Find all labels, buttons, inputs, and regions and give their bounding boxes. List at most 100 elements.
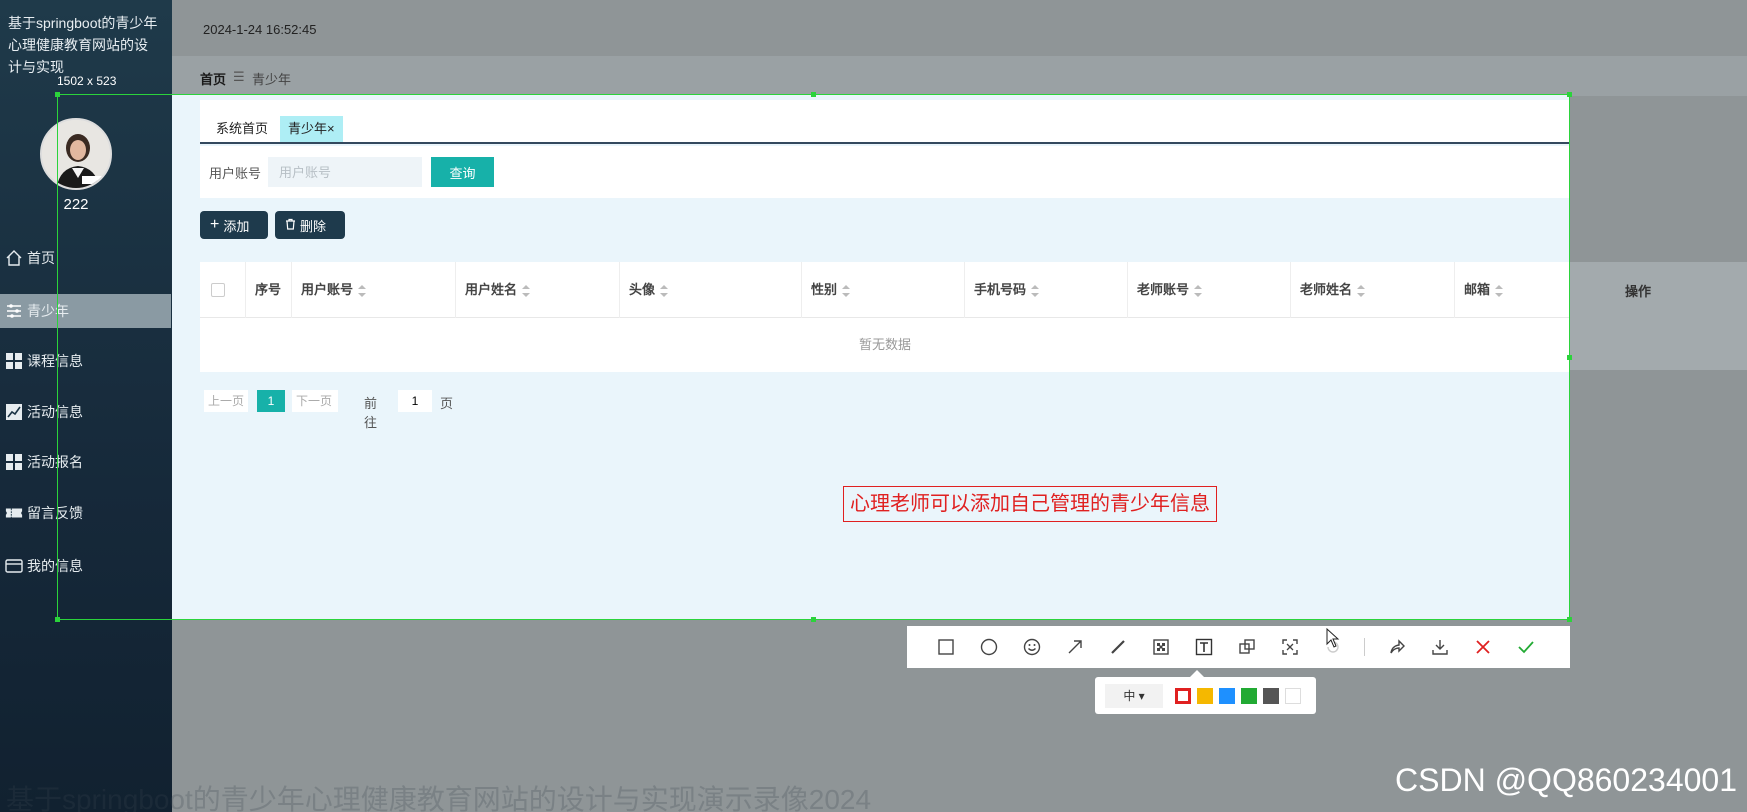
sidebar-item-activity-signup[interactable]: 活动报名 <box>0 445 172 479</box>
sidebar-item-label: 活动报名 <box>27 454 83 470</box>
cancel-icon[interactable] <box>1468 632 1498 662</box>
prev-page-button[interactable]: 上一页 <box>204 390 248 412</box>
column-header-select <box>200 262 246 318</box>
arrow-icon[interactable] <box>1060 632 1090 662</box>
sidebar-item-label: 留言反馈 <box>27 505 83 521</box>
column-header-index: 序号 <box>246 262 292 318</box>
column-header-username[interactable]: 用户账号 <box>292 262 456 318</box>
color-swatch-red[interactable] <box>1175 687 1191 704</box>
circle-icon[interactable] <box>974 632 1004 662</box>
sort-icon[interactable] <box>1031 284 1040 297</box>
pin-icon[interactable] <box>1232 632 1262 662</box>
column-header-email[interactable]: 邮箱 <box>1455 262 1570 318</box>
text-icon[interactable] <box>1189 632 1219 662</box>
color-swatch-yellow[interactable] <box>1197 687 1213 704</box>
sidebar-item-label: 我的信息 <box>27 558 83 574</box>
table-row-dimmed <box>1570 318 1747 370</box>
column-header-avatar[interactable]: 头像 <box>620 262 802 318</box>
resize-handle-bottom[interactable] <box>811 617 816 622</box>
sidebar-item-youth[interactable]: 青少年 <box>0 294 171 328</box>
sort-icon[interactable] <box>358 284 367 297</box>
sort-icon[interactable] <box>842 284 851 297</box>
font-size-select[interactable]: 中 ▾ <box>1105 683 1163 708</box>
sort-icon[interactable] <box>1194 284 1203 297</box>
username: 222 <box>63 196 89 213</box>
sidebar-item-label: 课程信息 <box>27 353 83 369</box>
share-icon[interactable] <box>1382 632 1412 662</box>
text-annotation[interactable]: 心理老师可以添加自己管理的青少年信息 <box>843 486 1217 522</box>
next-page-button[interactable]: 下一页 <box>292 390 338 412</box>
sidebar-item-label: 活动信息 <box>27 404 83 420</box>
column-header-teacher-name[interactable]: 老师姓名 <box>1291 262 1455 318</box>
breadcrumb-current: 青少年 <box>252 72 292 87</box>
emoji-icon[interactable] <box>1017 632 1047 662</box>
color-swatch-green[interactable] <box>1241 687 1257 704</box>
rectangle-icon[interactable] <box>931 632 961 662</box>
chart-icon <box>5 403 23 421</box>
selection-size-label: 1502 x 523 <box>57 74 117 88</box>
select-all-checkbox[interactable] <box>211 283 225 297</box>
card-icon <box>5 557 23 575</box>
goto-label: 前往 <box>364 396 378 430</box>
table-empty-row: 暂无数据 <box>858 337 911 352</box>
sidebar-item-activity-info[interactable]: 活动信息 <box>0 395 172 429</box>
breadcrumb-separator: ☰ <box>233 69 245 84</box>
sidebar-item-label: 首页 <box>27 250 55 266</box>
color-swatch-white[interactable] <box>1285 687 1301 704</box>
sort-icon[interactable] <box>1357 284 1366 297</box>
resize-handle-top[interactable] <box>811 92 816 97</box>
sliders-icon <box>5 302 23 320</box>
trash-icon <box>285 218 296 233</box>
sort-icon[interactable] <box>660 284 669 297</box>
sidebar-item-home[interactable]: 首页 <box>0 241 172 275</box>
column-header-name[interactable]: 用户姓名 <box>456 262 620 318</box>
resize-handle-right[interactable] <box>1567 355 1572 360</box>
sidebar-item-my-info[interactable]: 我的信息 <box>0 549 172 583</box>
app-title: 基于springboot的青少年心理健康教育网站的设计与实现 <box>8 15 158 75</box>
search-input[interactable] <box>268 157 422 187</box>
sort-icon[interactable] <box>522 284 531 297</box>
plus-icon: + <box>210 216 220 233</box>
video-watermark: 基于springboot的青少年心理健康教育网站的设计与实现演示录像2024 <box>6 784 872 812</box>
current-datetime: 2024-1-24 16:52:45 <box>203 22 317 37</box>
tab-system-home[interactable]: 系统首页 <box>208 116 276 142</box>
ticket-icon <box>5 504 23 522</box>
table-header: 序号 用户账号 用户姓名 头像 性别 手机号码 老师账号 老师姓名 邮箱 <box>200 262 1570 318</box>
mosaic-icon[interactable] <box>1146 632 1176 662</box>
color-swatch-gray[interactable] <box>1263 687 1279 704</box>
avatar[interactable] <box>40 118 112 190</box>
goto-page-input[interactable] <box>398 390 432 412</box>
sort-icon[interactable] <box>1495 284 1504 297</box>
tab-youth[interactable]: 青少年× <box>280 116 343 142</box>
save-icon[interactable] <box>1425 632 1455 662</box>
ocr-icon[interactable] <box>1275 632 1305 662</box>
table-header-dimmed <box>1570 262 1747 318</box>
column-header-actions: 操作 <box>1625 284 1652 299</box>
column-header-gender[interactable]: 性别 <box>802 262 965 318</box>
page-suffix-label: 页 <box>440 396 454 411</box>
grid-icon <box>5 352 23 370</box>
toolbar-divider <box>1364 638 1365 656</box>
data-table: 序号 用户账号 用户姓名 头像 性别 手机号码 老师账号 老师姓名 邮箱 暂无数… <box>200 262 1570 372</box>
pen-icon[interactable] <box>1103 632 1133 662</box>
resize-handle-top-left[interactable] <box>55 92 60 97</box>
column-header-phone[interactable]: 手机号码 <box>965 262 1128 318</box>
breadcrumb-bar <box>172 56 1747 96</box>
page-number-button[interactable]: 1 <box>257 390 285 412</box>
mouse-cursor-icon <box>1326 627 1340 653</box>
add-button[interactable]: + 添加 <box>200 211 268 239</box>
resize-handle-bottom-right[interactable] <box>1567 617 1572 622</box>
confirm-icon[interactable] <box>1511 632 1541 662</box>
resize-handle-top-right[interactable] <box>1567 92 1572 97</box>
home-icon <box>5 249 23 267</box>
add-button-label: 添加 <box>223 218 250 234</box>
breadcrumb-home[interactable]: 首页 <box>200 69 226 88</box>
resize-handle-bottom-left[interactable] <box>55 617 60 622</box>
search-label: 用户账号 <box>209 166 262 181</box>
delete-button[interactable]: 删除 <box>275 211 345 239</box>
search-button[interactable]: 查询 <box>431 157 494 187</box>
column-header-teacher-account[interactable]: 老师账号 <box>1128 262 1291 318</box>
sidebar-item-course-info[interactable]: 课程信息 <box>0 344 172 378</box>
color-swatch-blue[interactable] <box>1219 687 1235 704</box>
sidebar-item-feedback[interactable]: 留言反馈 <box>0 496 172 530</box>
